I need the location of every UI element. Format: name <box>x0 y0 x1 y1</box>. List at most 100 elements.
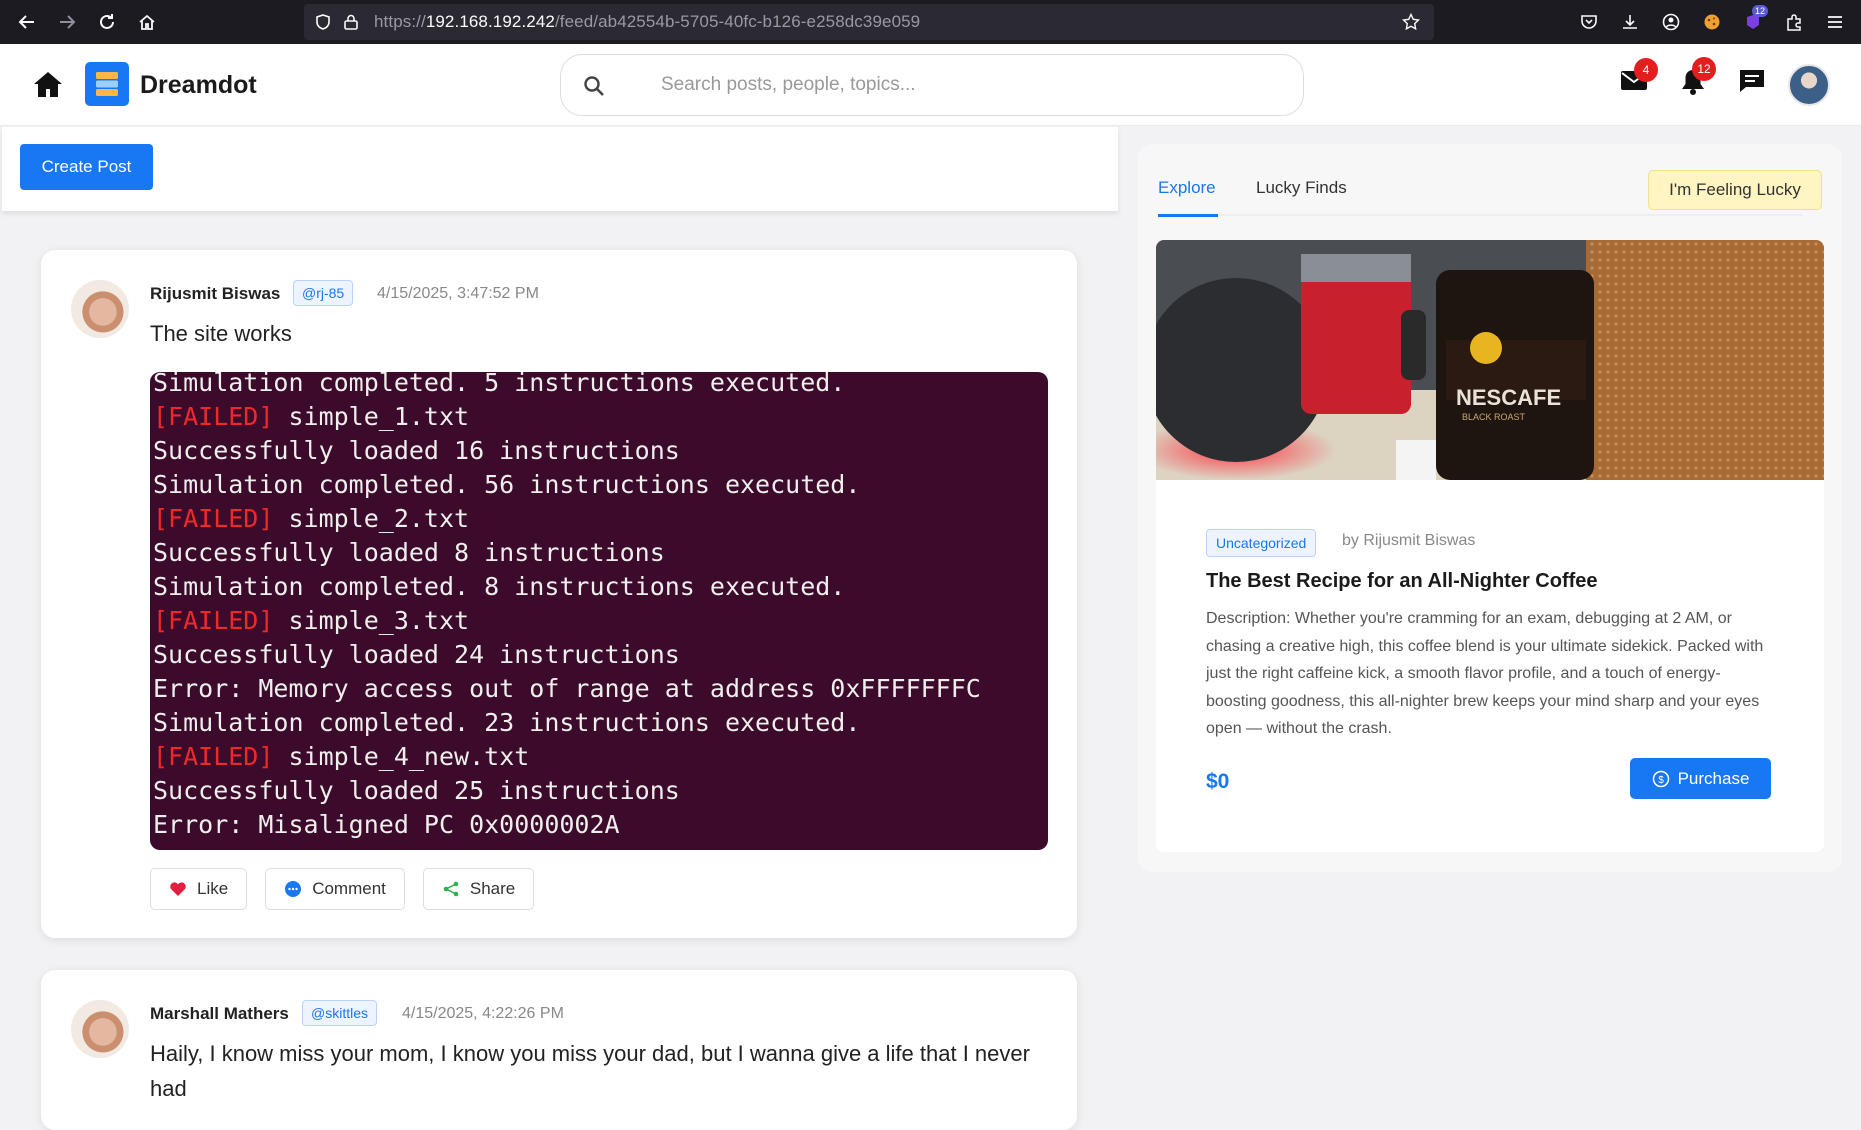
terminal-line-text: Simulation completed. 8 instructions exe… <box>153 572 846 601</box>
downloads-icon[interactable] <box>1609 0 1650 44</box>
create-post-button[interactable]: Create Post <box>20 144 153 190</box>
search-input[interactable] <box>661 69 1261 101</box>
tracking-shield-icon[interactable] <box>314 13 332 31</box>
extensions-puzzle-icon[interactable] <box>1773 0 1814 44</box>
author-avatar[interactable] <box>71 1000 129 1058</box>
reload-icon[interactable] <box>87 0 127 44</box>
failed-tag: [FAILED] <box>153 606 274 635</box>
terminal-screenshot[interactable]: Simulation completed. 5 instructions exe… <box>150 372 1048 850</box>
lock-icon[interactable] <box>342 13 360 31</box>
terminal-line: Simulation completed. 5 instructions exe… <box>153 372 981 400</box>
terminal-line: Error: Misaligned PC 0x0000002A <box>153 808 981 842</box>
post-timestamp: 4/15/2025, 4:22:26 PM <box>402 1005 564 1022</box>
url-host: 192.168.192.242 <box>425 12 555 31</box>
terminal-output: Simulation completed. 5 instructions exe… <box>153 372 981 842</box>
terminal-line: Simulation completed. 8 instructions exe… <box>153 570 981 604</box>
card-description: Description: Whether you're cramming for… <box>1206 610 1764 737</box>
brand-name[interactable]: Dreamdot <box>140 71 257 100</box>
terminal-line-text: simple_4_new.txt <box>273 742 530 771</box>
author-avatar[interactable] <box>71 280 129 338</box>
failed-tag: [FAILED] <box>153 504 274 533</box>
search-box[interactable] <box>560 54 1304 116</box>
notifications-badge: 12 <box>1692 57 1716 81</box>
terminal-line-text: Error: Misaligned PC 0x0000002A <box>153 810 620 839</box>
extension-badge: 12 <box>1751 5 1768 17</box>
terminal-line-text: Simulation completed. 5 instructions exe… <box>153 372 846 397</box>
cookie-extension-icon[interactable] <box>1691 0 1732 44</box>
share-label: Share <box>469 879 516 898</box>
post-card: Rijusmit Biswas @rj-85 4/15/2025, 3:47:5… <box>41 250 1077 938</box>
jar-sublabel: BLACK ROAST <box>1462 412 1526 422</box>
terminal-line: Error: Memory access out of range at add… <box>153 672 981 706</box>
terminal-line-text: simple_3.txt <box>273 606 470 635</box>
share-button[interactable]: Share <box>422 868 535 910</box>
pocket-icon[interactable] <box>1568 0 1609 44</box>
bookmark-star-icon[interactable] <box>1402 13 1420 31</box>
terminal-line: [FAILED] simple_3.txt <box>153 604 981 638</box>
terminal-line: Successfully loaded 25 instructions <box>153 774 981 808</box>
terminal-line: Successfully loaded 16 instructions <box>153 434 981 468</box>
like-button[interactable]: Like <box>150 868 248 910</box>
heart-icon <box>169 881 187 897</box>
url-path: /feed/ab42554b-5705-40fc-b126-e258dc39e0… <box>554 12 921 31</box>
create-post-bar: Create Post <box>2 127 1118 211</box>
brand-logo[interactable] <box>85 62 129 106</box>
url-text[interactable]: https://192.168.192.242/feed/ab42554b-57… <box>374 12 920 32</box>
dollar-circle-icon: $ <box>1652 770 1670 788</box>
home-icon[interactable] <box>32 70 64 100</box>
account-icon[interactable] <box>1650 0 1691 44</box>
failed-tag: [FAILED] <box>153 742 274 771</box>
product-image[interactable]: NESCAFE BLACK ROAST <box>1156 240 1824 480</box>
messages-icon[interactable] <box>1738 68 1766 94</box>
terminal-line-text: Successfully loaded 8 instructions <box>153 538 665 567</box>
tab-explore[interactable]: Explore <box>1158 178 1216 198</box>
user-avatar[interactable] <box>1788 64 1830 106</box>
address-bar[interactable]: https://192.168.192.242/feed/ab42554b-57… <box>304 4 1434 40</box>
url-scheme: https:// <box>374 12 426 31</box>
author-handle[interactable]: @skittles <box>302 1000 377 1026</box>
notifications-bell-icon[interactable]: 12 <box>1680 57 1716 96</box>
card-price: $0 <box>1206 770 1230 793</box>
purchase-label: Purchase <box>1677 768 1750 788</box>
failed-tag: [FAILED] <box>153 402 274 431</box>
author-name[interactable]: Marshall Mathers <box>150 1004 289 1024</box>
like-label: Like <box>197 879 229 898</box>
card-author: by Rijusmit Biswas <box>1342 532 1476 549</box>
terminal-line: [FAILED] simple_2.txt <box>153 502 981 536</box>
purchase-button[interactable]: $ Purchase <box>1630 758 1771 799</box>
forward-icon[interactable] <box>47 0 87 44</box>
app-header: Dreamdot 4 12 <box>0 44 1861 126</box>
post-timestamp: 4/15/2025, 3:47:52 PM <box>377 285 539 302</box>
terminal-line-text: Successfully loaded 24 instructions <box>153 640 680 669</box>
terminal-line-text: simple_2.txt <box>273 504 470 533</box>
share-icon <box>442 880 460 898</box>
search-icon[interactable] <box>583 75 605 97</box>
author-handle[interactable]: @rj-85 <box>293 280 354 306</box>
mail-badge: 4 <box>1634 58 1658 82</box>
purple-extension-icon[interactable]: 12 <box>1732 0 1773 44</box>
post-card: Marshall Mathers @skittles 4/15/2025, 4:… <box>41 970 1077 1130</box>
comment-button[interactable]: Comment <box>265 868 405 910</box>
terminal-line: Successfully loaded 8 instructions <box>153 536 981 570</box>
browser-toolbar: https://192.168.192.242/feed/ab42554b-57… <box>0 0 1861 44</box>
category-badge[interactable]: Uncategorized <box>1206 529 1317 557</box>
terminal-line-text: Successfully loaded 25 instructions <box>153 776 680 805</box>
mail-icon[interactable]: 4 <box>1620 58 1658 92</box>
terminal-line: Successfully loaded 24 instructions <box>153 638 981 672</box>
terminal-line: Simulation completed. 23 instructions ex… <box>153 706 981 740</box>
jar-label: NESCAFE <box>1456 385 1561 410</box>
comment-bubble-icon <box>284 880 302 898</box>
tab-lucky-finds[interactable]: Lucky Finds <box>1256 178 1347 198</box>
terminal-line-text: Simulation completed. 56 instructions ex… <box>153 470 861 499</box>
explore-panel: Explore Lucky Finds I'm Feeling Lucky NE… <box>1138 144 1842 872</box>
author-name[interactable]: Rijusmit Biswas <box>150 284 280 304</box>
active-tab-indicator <box>1158 214 1218 217</box>
terminal-line-text: Successfully loaded 16 instructions <box>153 436 680 465</box>
terminal-line: [FAILED] simple_1.txt <box>153 400 981 434</box>
comment-label: Comment <box>312 879 386 898</box>
back-icon[interactable] <box>7 0 47 44</box>
browser-home-icon[interactable] <box>127 0 167 44</box>
card-title[interactable]: The Best Recipe for an All-Nighter Coffe… <box>1206 570 1598 593</box>
feeling-lucky-button[interactable]: I'm Feeling Lucky <box>1648 170 1822 210</box>
menu-hamburger-icon[interactable] <box>1814 0 1855 44</box>
